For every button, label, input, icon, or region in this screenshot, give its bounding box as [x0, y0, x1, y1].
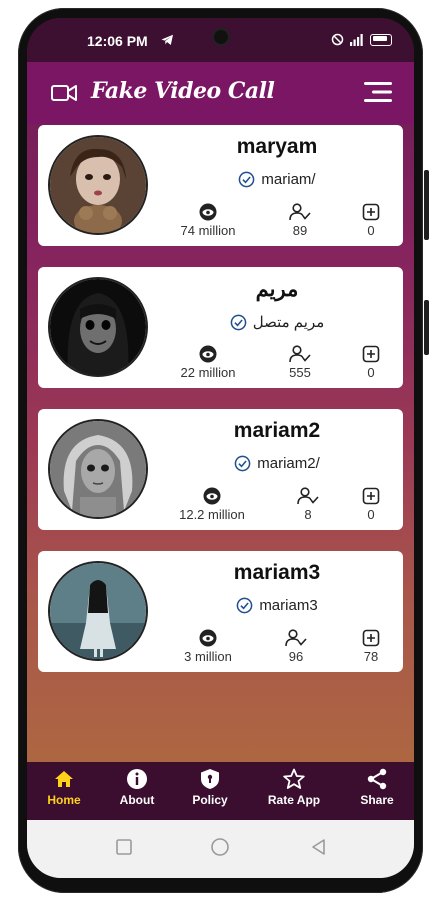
home-icon: [55, 771, 73, 787]
views-count: 22 million: [180, 365, 236, 380]
views-stat: 3 million: [168, 629, 248, 664]
add-box-icon: [362, 345, 380, 363]
home-circle-icon[interactable]: [210, 838, 230, 858]
followers-stat: 8: [286, 487, 330, 522]
followers-count: 8: [304, 507, 312, 522]
views-stat: 12.2 million: [168, 487, 256, 522]
screen: 12:06 PM Fake Video Call maryam mariam/ …: [27, 18, 414, 878]
verified-icon: [236, 597, 253, 614]
avatar: [48, 561, 148, 661]
handle-text: mariam2/: [257, 455, 320, 472]
eye-icon: [203, 487, 221, 505]
views-count: 3 million: [184, 649, 232, 664]
followers-count: 555: [289, 365, 311, 380]
profile-card[interactable]: mariam3 mariam3 3 million 96 78: [38, 551, 403, 672]
posts-stat: 0: [354, 203, 388, 238]
profile-name: mariam3: [233, 561, 321, 584]
handle-text: mariam3: [259, 597, 318, 614]
profile-name: maryam: [236, 135, 318, 158]
profile-name: مريم: [255, 278, 299, 301]
posts-stat: 0: [354, 345, 388, 380]
nav-home[interactable]: Home: [29, 768, 99, 807]
handle-text: mariam/: [261, 171, 316, 188]
battery-icon: [370, 33, 392, 46]
profile-handle: مريم متصل: [158, 313, 396, 331]
profile-card[interactable]: مريم مريم متصل 22 million 555 0: [38, 267, 403, 388]
eye-icon: [199, 203, 217, 221]
avatar: [48, 277, 148, 377]
posts-stat: 78: [354, 629, 388, 664]
posts-count: 78: [363, 649, 379, 664]
posts-count: 0: [367, 507, 375, 522]
status-bar: 12:06 PM: [27, 18, 414, 62]
eye-icon: [199, 629, 217, 647]
followers-stat: 89: [278, 203, 322, 238]
posts-count: 0: [367, 223, 375, 238]
app-bar: Fake Video Call: [27, 62, 414, 124]
followers-count: 96: [288, 649, 304, 664]
nav-label: Share: [360, 793, 394, 807]
profile-card[interactable]: mariam2 mariam2/ 12.2 million 8 0: [38, 409, 403, 530]
nav-about[interactable]: About: [102, 768, 172, 807]
views-stat: 74 million: [168, 203, 248, 238]
followers-count: 89: [292, 223, 308, 238]
bottom-nav: Home About Policy Rate App Share: [27, 762, 414, 820]
handle-text: مريم متصل: [252, 314, 325, 331]
posts-stat: 0: [354, 487, 388, 522]
nav-label: About: [119, 793, 155, 807]
menu-icon[interactable]: [360, 80, 394, 104]
profile-handle: mariam3: [158, 597, 396, 614]
verified-icon: [239, 171, 255, 188]
user-check-icon: [289, 203, 311, 221]
signal-icon: [350, 33, 363, 46]
profile-handle: mariam2/: [158, 455, 396, 472]
profile-card[interactable]: maryam mariam/ 74 million 89 0: [38, 125, 403, 246]
nav-share[interactable]: Share: [342, 768, 412, 807]
status-icons: [331, 33, 392, 46]
views-stat: 22 million: [168, 345, 248, 380]
power-button: [424, 300, 429, 355]
views-count: 12.2 million: [179, 507, 245, 522]
add-box-icon: [362, 203, 380, 221]
verified-icon: [234, 455, 251, 472]
posts-count: 0: [367, 365, 375, 380]
nav-rate-app[interactable]: Rate App: [259, 768, 329, 807]
followers-stat: 555: [278, 345, 322, 380]
followers-stat: 96: [274, 629, 318, 664]
video-camera-icon: [51, 85, 77, 101]
eye-icon: [199, 345, 217, 363]
nav-label: Policy: [192, 793, 228, 807]
avatar: [48, 135, 148, 235]
user-check-icon: [289, 345, 311, 363]
avatar: [48, 419, 148, 519]
verified-icon: [230, 314, 247, 330]
views-count: 74 million: [180, 223, 236, 238]
add-box-icon: [362, 629, 380, 647]
star-icon: [283, 768, 305, 789]
info-icon: [127, 769, 147, 789]
recents-icon[interactable]: [115, 838, 133, 856]
volume-button: [424, 170, 429, 240]
system-nav-bar: [27, 820, 414, 878]
share-icon: [367, 768, 387, 790]
nav-policy[interactable]: Policy: [175, 768, 245, 807]
app-title: Fake Video Call: [91, 78, 275, 104]
front-camera: [214, 30, 228, 44]
user-check-icon: [285, 629, 307, 647]
status-time: 12:06 PM: [87, 33, 148, 49]
shield-icon: [201, 769, 219, 789]
nav-label: Home: [47, 793, 81, 807]
back-icon[interactable]: [310, 838, 326, 856]
profile-handle: mariam/: [158, 171, 396, 188]
add-box-icon: [362, 487, 380, 505]
nav-label: Rate App: [267, 793, 321, 807]
telegram-icon: [161, 34, 173, 45]
dnd-icon: [331, 33, 344, 46]
profile-name: mariam2: [233, 419, 321, 442]
user-check-icon: [297, 487, 319, 505]
